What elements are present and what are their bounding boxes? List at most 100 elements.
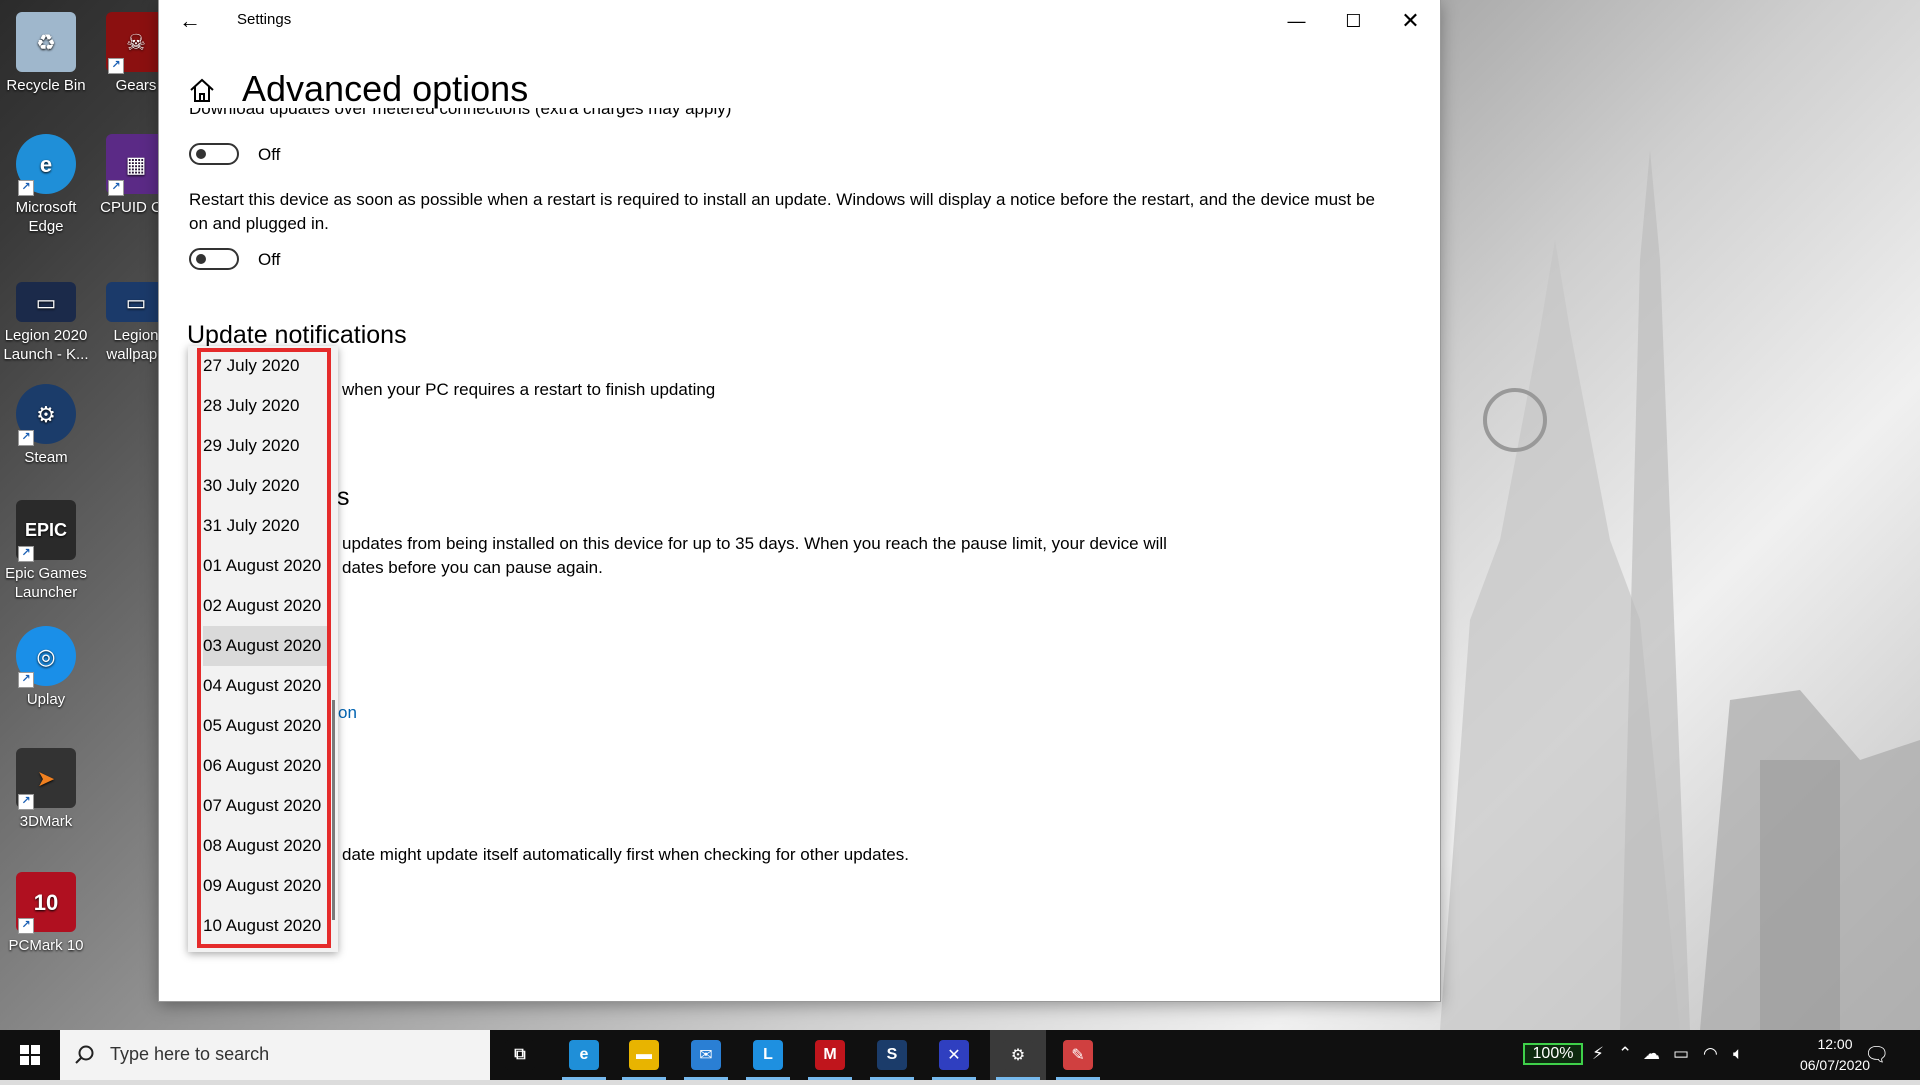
- desktop-icon-label: Steam: [24, 449, 68, 466]
- metered-connection-toggle[interactable]: [189, 143, 239, 165]
- windows-logo-icon: [20, 1045, 40, 1065]
- title-bar[interactable]: ← Settings — ☐ ✕: [159, 0, 1440, 42]
- date-option[interactable]: 06 August 2020: [203, 746, 330, 786]
- desktop-icon-uplay[interactable]: ◎ ↗ Uplay: [0, 620, 92, 709]
- date-option[interactable]: 10 August 2020: [203, 906, 330, 946]
- date-option[interactable]: 09 August 2020: [203, 866, 330, 906]
- date-option[interactable]: 28 July 2020: [203, 386, 330, 426]
- minimize-button[interactable]: —: [1268, 0, 1325, 42]
- mcafee-icon: M: [815, 1040, 845, 1070]
- home-icon[interactable]: [187, 75, 217, 105]
- pause-updates-description-line2: dates before you can pause again.: [342, 558, 603, 577]
- file-explorer-icon: ▬: [629, 1040, 659, 1070]
- dropdown-scrollbar[interactable]: [332, 700, 335, 920]
- date-option[interactable]: 08 August 2020: [203, 826, 330, 866]
- date-option[interactable]: 04 August 2020: [203, 666, 330, 706]
- update-note-text: date might update itself automatically f…: [342, 845, 909, 864]
- page-title: Advanced options: [242, 68, 529, 109]
- recycle-bin-icon: ♻: [16, 12, 76, 72]
- task-view-icon: ⧉: [505, 1040, 535, 1070]
- taskbar-app-file-explorer[interactable]: ▬: [616, 1030, 672, 1080]
- pause-updates-description: updates from being installed on this dev…: [342, 534, 1167, 553]
- action-center-notification-icon[interactable]: 🗨︎: [1864, 1042, 1889, 1067]
- taskbar-app-settings[interactable]: ⚙: [990, 1030, 1046, 1080]
- edge-icon: e: [569, 1040, 599, 1070]
- metered-connection-label: Download updates over metered connection…: [189, 108, 732, 118]
- desktop-icon-label: Microsoft Edge: [15, 199, 77, 235]
- taskbar-app-lenovo-vantage[interactable]: L: [740, 1030, 796, 1080]
- desktop-icon-steam[interactable]: ⚙ ↗ Steam: [0, 378, 92, 467]
- epic-games-icon: EPIC ↗: [16, 500, 76, 562]
- taskbar-app-mcafee[interactable]: M: [802, 1030, 858, 1080]
- wifi-icon[interactable]: ◠: [1703, 1044, 1718, 1064]
- desktop-icon-label: Legion 2020 Launch - K...: [3, 327, 89, 363]
- uplay-icon: ◎ ↗: [16, 626, 76, 688]
- date-option[interactable]: 30 July 2020: [203, 466, 330, 506]
- taskbar-app-edge[interactable]: e: [556, 1030, 612, 1080]
- taskbar-search-box[interactable]: Type here to search: [60, 1030, 490, 1080]
- desktop-icon-3dmark[interactable]: ➤ ↗ 3DMark: [0, 742, 92, 831]
- date-option[interactable]: 02 August 2020: [203, 586, 330, 626]
- date-option[interactable]: 29 July 2020: [203, 426, 330, 466]
- desktop-icon-legion-launch[interactable]: ▭ Legion 2020 Launch - K...: [0, 272, 92, 364]
- onedrive-cloud-icon[interactable]: ☁: [1643, 1044, 1660, 1064]
- taskbar: Type here to search ⧉ e ▬ ✉ L M S ✕ ⚙ ✎ 100% ⚡ ⌃ …: [0, 1030, 1920, 1080]
- cpuid-icon: ▦ ↗: [106, 134, 166, 196]
- window-title: Settings: [237, 11, 292, 28]
- edge-icon: e ↗: [16, 134, 76, 196]
- pause-updates-heading: s: [337, 483, 350, 511]
- close-button[interactable]: ✕: [1382, 0, 1439, 42]
- search-icon: [75, 1045, 94, 1064]
- desktop-icon-pcmark10[interactable]: 10 ↗ PCMark 10: [0, 866, 92, 955]
- date-option[interactable]: 31 July 2020: [203, 506, 330, 546]
- date-option[interactable]: 27 July 2020: [203, 346, 330, 386]
- restart-asap-description-line2: on and plugged in.: [189, 214, 329, 233]
- start-button[interactable]: [0, 1030, 60, 1080]
- show-hidden-icons-chevron-icon[interactable]: ⌃: [1618, 1044, 1632, 1064]
- desktop-icon-epic-games[interactable]: EPIC ↗ Epic Games Launcher: [0, 494, 92, 602]
- toggle-knob: [196, 149, 206, 159]
- desktop-icon-label: PCMark 10: [8, 937, 84, 954]
- taskbar-app-steam[interactable]: S: [864, 1030, 920, 1080]
- mail-icon: ✉: [691, 1040, 721, 1070]
- delivery-optimization-link[interactable]: on: [338, 703, 357, 723]
- taskbar-app-mail[interactable]: ✉: [678, 1030, 734, 1080]
- xbox-game-icon: ✕: [939, 1040, 969, 1070]
- volume-icon[interactable]: 🔈︎: [1733, 1044, 1743, 1064]
- desktop-icon-label: 3DMark: [19, 813, 73, 830]
- search-placeholder: Type here to search: [110, 1044, 270, 1064]
- restart-toggle-state: Off: [258, 250, 281, 269]
- metered-toggle-state: Off: [258, 145, 281, 164]
- desktop-icon-microsoft-edge[interactable]: e ↗ Microsoft Edge: [0, 128, 92, 236]
- taskbar-app-xbox-game[interactable]: ✕: [926, 1030, 982, 1080]
- date-option[interactable]: 07 August 2020: [203, 786, 330, 826]
- steam-icon: S: [877, 1040, 907, 1070]
- desktop-icon-label: Recycle Bin: [6, 77, 86, 94]
- charging-icon[interactable]: ⚡: [1592, 1044, 1604, 1064]
- settings-window: ← Settings — ☐ ✕ Advanced options Downlo…: [159, 0, 1440, 1001]
- back-button[interactable]: ←: [173, 6, 207, 36]
- date-option[interactable]: 05 August 2020: [203, 706, 330, 746]
- date-option[interactable]: 01 August 2020: [203, 546, 330, 586]
- battery-percentage-badge[interactable]: 100%: [1523, 1043, 1583, 1065]
- taskbar-app-paint[interactable]: ✎: [1050, 1030, 1106, 1080]
- maximize-button[interactable]: ☐: [1325, 0, 1382, 42]
- restart-notification-description: when your PC requires a restart to finis…: [342, 380, 716, 399]
- date-option[interactable]: 03 August 2020: [203, 626, 330, 666]
- restart-asap-toggle[interactable]: [189, 248, 239, 270]
- restart-asap-description: Restart this device as soon as possible …: [189, 190, 1375, 209]
- pcmark10-icon: 10 ↗: [16, 872, 76, 934]
- steam-icon: ⚙ ↗: [16, 384, 76, 446]
- 3dmark-icon: ➤ ↗: [16, 748, 76, 810]
- metered-connection-setting: Download updates over metered connection…: [189, 108, 1389, 126]
- desktop-icon-recycle-bin[interactable]: ♻ Recycle Bin: [0, 6, 92, 95]
- image-file-icon: ▭: [106, 282, 166, 322]
- settings-icon: ⚙: [1003, 1040, 1033, 1070]
- desktop-icon-label: Uplay: [26, 691, 66, 708]
- toggle-knob: [196, 254, 206, 264]
- battery-icon[interactable]: ▭: [1673, 1044, 1689, 1064]
- powerpoint-file-icon: ▭: [16, 282, 76, 322]
- gears-icon: ☠ ↗: [106, 12, 166, 74]
- taskbar-app-task-view[interactable]: ⧉: [492, 1030, 548, 1080]
- desktop-icon-label: Epic Games Launcher: [5, 565, 87, 601]
